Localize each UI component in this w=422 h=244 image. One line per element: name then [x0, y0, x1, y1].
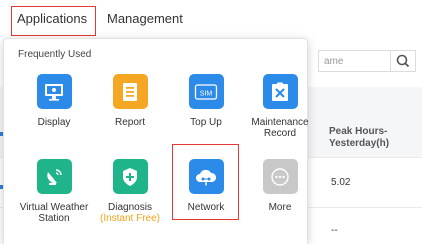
applications-highlight-box [11, 6, 96, 36]
shield-plus-icon [112, 159, 148, 194]
top-navigation: Applications Management [0, 0, 422, 38]
app-more[interactable]: More [242, 159, 318, 213]
app-label: Maintenance Record [251, 117, 309, 139]
svg-text:SIM: SIM [200, 90, 213, 97]
app-label: More [268, 202, 292, 213]
document-icon [112, 74, 148, 109]
app-diagnosis[interactable]: Diagnosis (Instant Free) [92, 159, 168, 224]
column-header-peak-hours: Peak Hours-Yesterday(h) [329, 126, 390, 149]
section-title-frequently-used: Frequently Used [18, 49, 92, 60]
app-maintenance-record[interactable]: Maintenance Record [242, 74, 318, 139]
app-top-up[interactable]: SIM Top Up [168, 74, 244, 128]
app-label: Report [114, 117, 145, 128]
monitor-icon [36, 74, 72, 109]
search-button[interactable] [390, 50, 416, 72]
sim-card-icon: SIM [188, 74, 224, 109]
applications-dropdown-panel: Frequently Used Display Report SIM Top U… [3, 38, 309, 244]
app-label: Diagnosis [108, 202, 152, 213]
more-dots-icon [262, 159, 298, 194]
table-cell: 5.02 [331, 177, 351, 188]
app-label: Top Up [190, 117, 222, 128]
app-label: Display [37, 117, 71, 128]
app-display[interactable]: Display [16, 74, 92, 128]
table-cell: -- [331, 225, 338, 236]
tab-management[interactable]: Management [107, 11, 183, 26]
tools-icon [262, 74, 298, 109]
app-report[interactable]: Report [92, 74, 168, 128]
search-input[interactable]: ame [318, 50, 390, 72]
app-sublabel-instant-free: (Instant Free) [99, 213, 161, 224]
app-label: Virtual Weather Station [19, 202, 89, 224]
network-highlight-box [172, 144, 239, 220]
search-icon [396, 54, 410, 68]
satellite-dish-icon [36, 159, 72, 194]
app-virtual-weather-station[interactable]: Virtual Weather Station [16, 159, 92, 224]
